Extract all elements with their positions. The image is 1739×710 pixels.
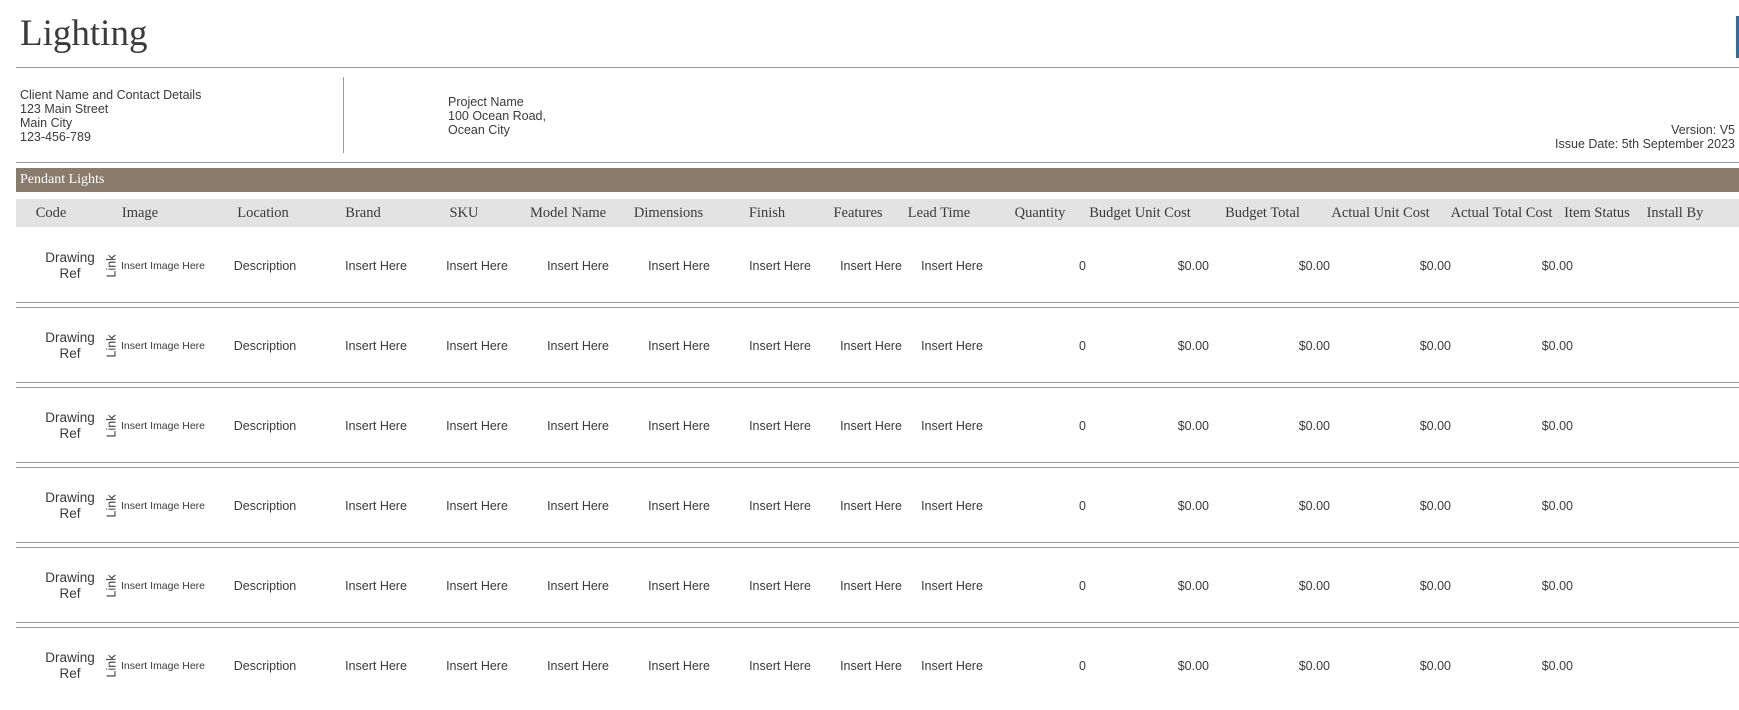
column-header-finish: Finish [748,205,786,221]
actual-unit-cost-cell: $0.00 [1419,339,1451,353]
code-cell: Drawing Ref [45,650,95,681]
location-cell: Description [233,419,297,433]
project-city: Ocean City [448,123,510,137]
info-divider [16,162,1739,163]
budget-unit-cost-cell: $0.00 [1177,499,1209,513]
project-name: Project Name [448,95,524,109]
section-title: Pendant Lights [16,168,1739,192]
budget-total-cell: $0.00 [1298,579,1330,593]
table-row: Drawing Ref Link Insert Image Here Descript… [16,390,1739,470]
code-cell: Drawing Ref [45,410,95,441]
client-details: Client Name and Contact Details 123 Main… [20,88,201,144]
column-header-item-status: Item Status [1564,205,1630,221]
column-header-sku: SKU [449,205,479,221]
budget-total-cell: $0.00 [1298,339,1330,353]
column-header-install-by: Install By [1646,205,1704,221]
actual-total-cost-cell: $0.00 [1541,499,1573,513]
column-header-brand: Brand [345,205,381,221]
code-cell: Drawing Ref [45,570,95,601]
column-header-location: Location [237,205,289,221]
client-city: Main City [20,116,73,130]
info-vertical-divider [343,77,344,153]
row-divider [16,622,1739,623]
table-row: Drawing Ref Link Insert Image Here Descript… [16,470,1739,550]
column-header-budget-unit-cost: Budget Unit Cost [1089,205,1191,221]
page-title: Lighting [20,13,148,54]
quantity-cell: 0 [1079,259,1086,273]
issue-date: Issue Date: 5th September 2023 [1555,137,1735,151]
table-row: Drawing Ref Link Insert Image Here Descript… [16,230,1739,310]
client-phone: 123-456-789 [20,130,91,144]
location-cell: Description [233,579,297,593]
row-divider [16,302,1739,303]
quantity-cell: 0 [1079,339,1086,353]
project-details: Project Name 100 Ocean Road, Ocean City [448,95,546,137]
column-header-actual-unit-cost: Actual Unit Cost [1331,205,1430,221]
table-header: Code Image Location Brand SKU Model Name Dimen… [16,199,1739,227]
budget-total-cell: $0.00 [1298,259,1330,273]
budget-unit-cost-cell: $0.00 [1177,339,1209,353]
location-cell: Description [233,259,297,273]
column-header-actual-total-cost: Actual Total Cost [1450,205,1553,221]
quantity-cell: 0 [1079,499,1086,513]
column-header-lead-time: Lead Time [907,205,971,221]
version-label: Version: V5 [1671,123,1735,137]
budget-total-cell: $0.00 [1298,499,1330,513]
title-divider [16,67,1739,68]
table-row: Drawing Ref Link Insert Image Here Descript… [16,550,1739,630]
budget-unit-cost-cell: $0.00 [1177,419,1209,433]
actual-total-cost-cell: $0.00 [1541,419,1573,433]
actual-unit-cost-cell: $0.00 [1419,659,1451,673]
column-header-features: Features [833,205,883,221]
row-divider [16,462,1739,463]
column-header-budget-total: Budget Total [1225,205,1300,221]
table-row: Drawing Ref Link Insert Image Here Descript… [16,630,1739,710]
row-divider [16,542,1739,543]
quantity-cell: 0 [1079,659,1086,673]
actual-total-cost-cell: $0.00 [1541,579,1573,593]
column-header-dimensions: Dimensions [633,205,704,221]
quantity-cell: 0 [1079,419,1086,433]
row-divider [16,547,1739,548]
actual-unit-cost-cell: $0.00 [1419,579,1451,593]
location-cell: Description [233,499,297,513]
column-header-model-name: Model Name [530,205,607,221]
row-divider [16,627,1739,628]
column-header-image: Image [121,205,159,221]
column-header-quantity: Quantity [1014,205,1066,221]
location-cell: Description [233,339,297,353]
row-divider [16,467,1739,468]
budget-total-cell: $0.00 [1298,419,1330,433]
table-row: Drawing Ref Link Insert Image Here Descript… [16,310,1739,390]
quantity-cell: 0 [1079,579,1086,593]
budget-total-cell: $0.00 [1298,659,1330,673]
actual-unit-cost-cell: $0.00 [1419,499,1451,513]
client-name: Client Name and Contact Details [20,88,202,102]
actual-total-cost-cell: $0.00 [1541,659,1573,673]
project-address: 100 Ocean Road, [448,109,546,123]
version-info: Version: V5 Issue Date: 5th September 20… [1555,123,1735,151]
client-street: 123 Main Street [20,102,109,116]
row-divider [16,382,1739,383]
budget-unit-cost-cell: $0.00 [1177,659,1209,673]
budget-unit-cost-cell: $0.00 [1177,259,1209,273]
actual-unit-cost-cell: $0.00 [1419,419,1451,433]
code-cell: Drawing Ref [45,490,95,521]
actual-total-cost-cell: $0.00 [1541,259,1573,273]
actual-unit-cost-cell: $0.00 [1419,259,1451,273]
column-header-code: Code [35,205,67,221]
row-divider [16,307,1739,308]
budget-unit-cost-cell: $0.00 [1177,579,1209,593]
location-cell: Description [233,659,297,673]
actual-total-cost-cell: $0.00 [1541,339,1573,353]
code-cell: Drawing Ref [45,250,95,281]
code-cell: Drawing Ref [45,330,95,361]
row-divider [16,387,1739,388]
